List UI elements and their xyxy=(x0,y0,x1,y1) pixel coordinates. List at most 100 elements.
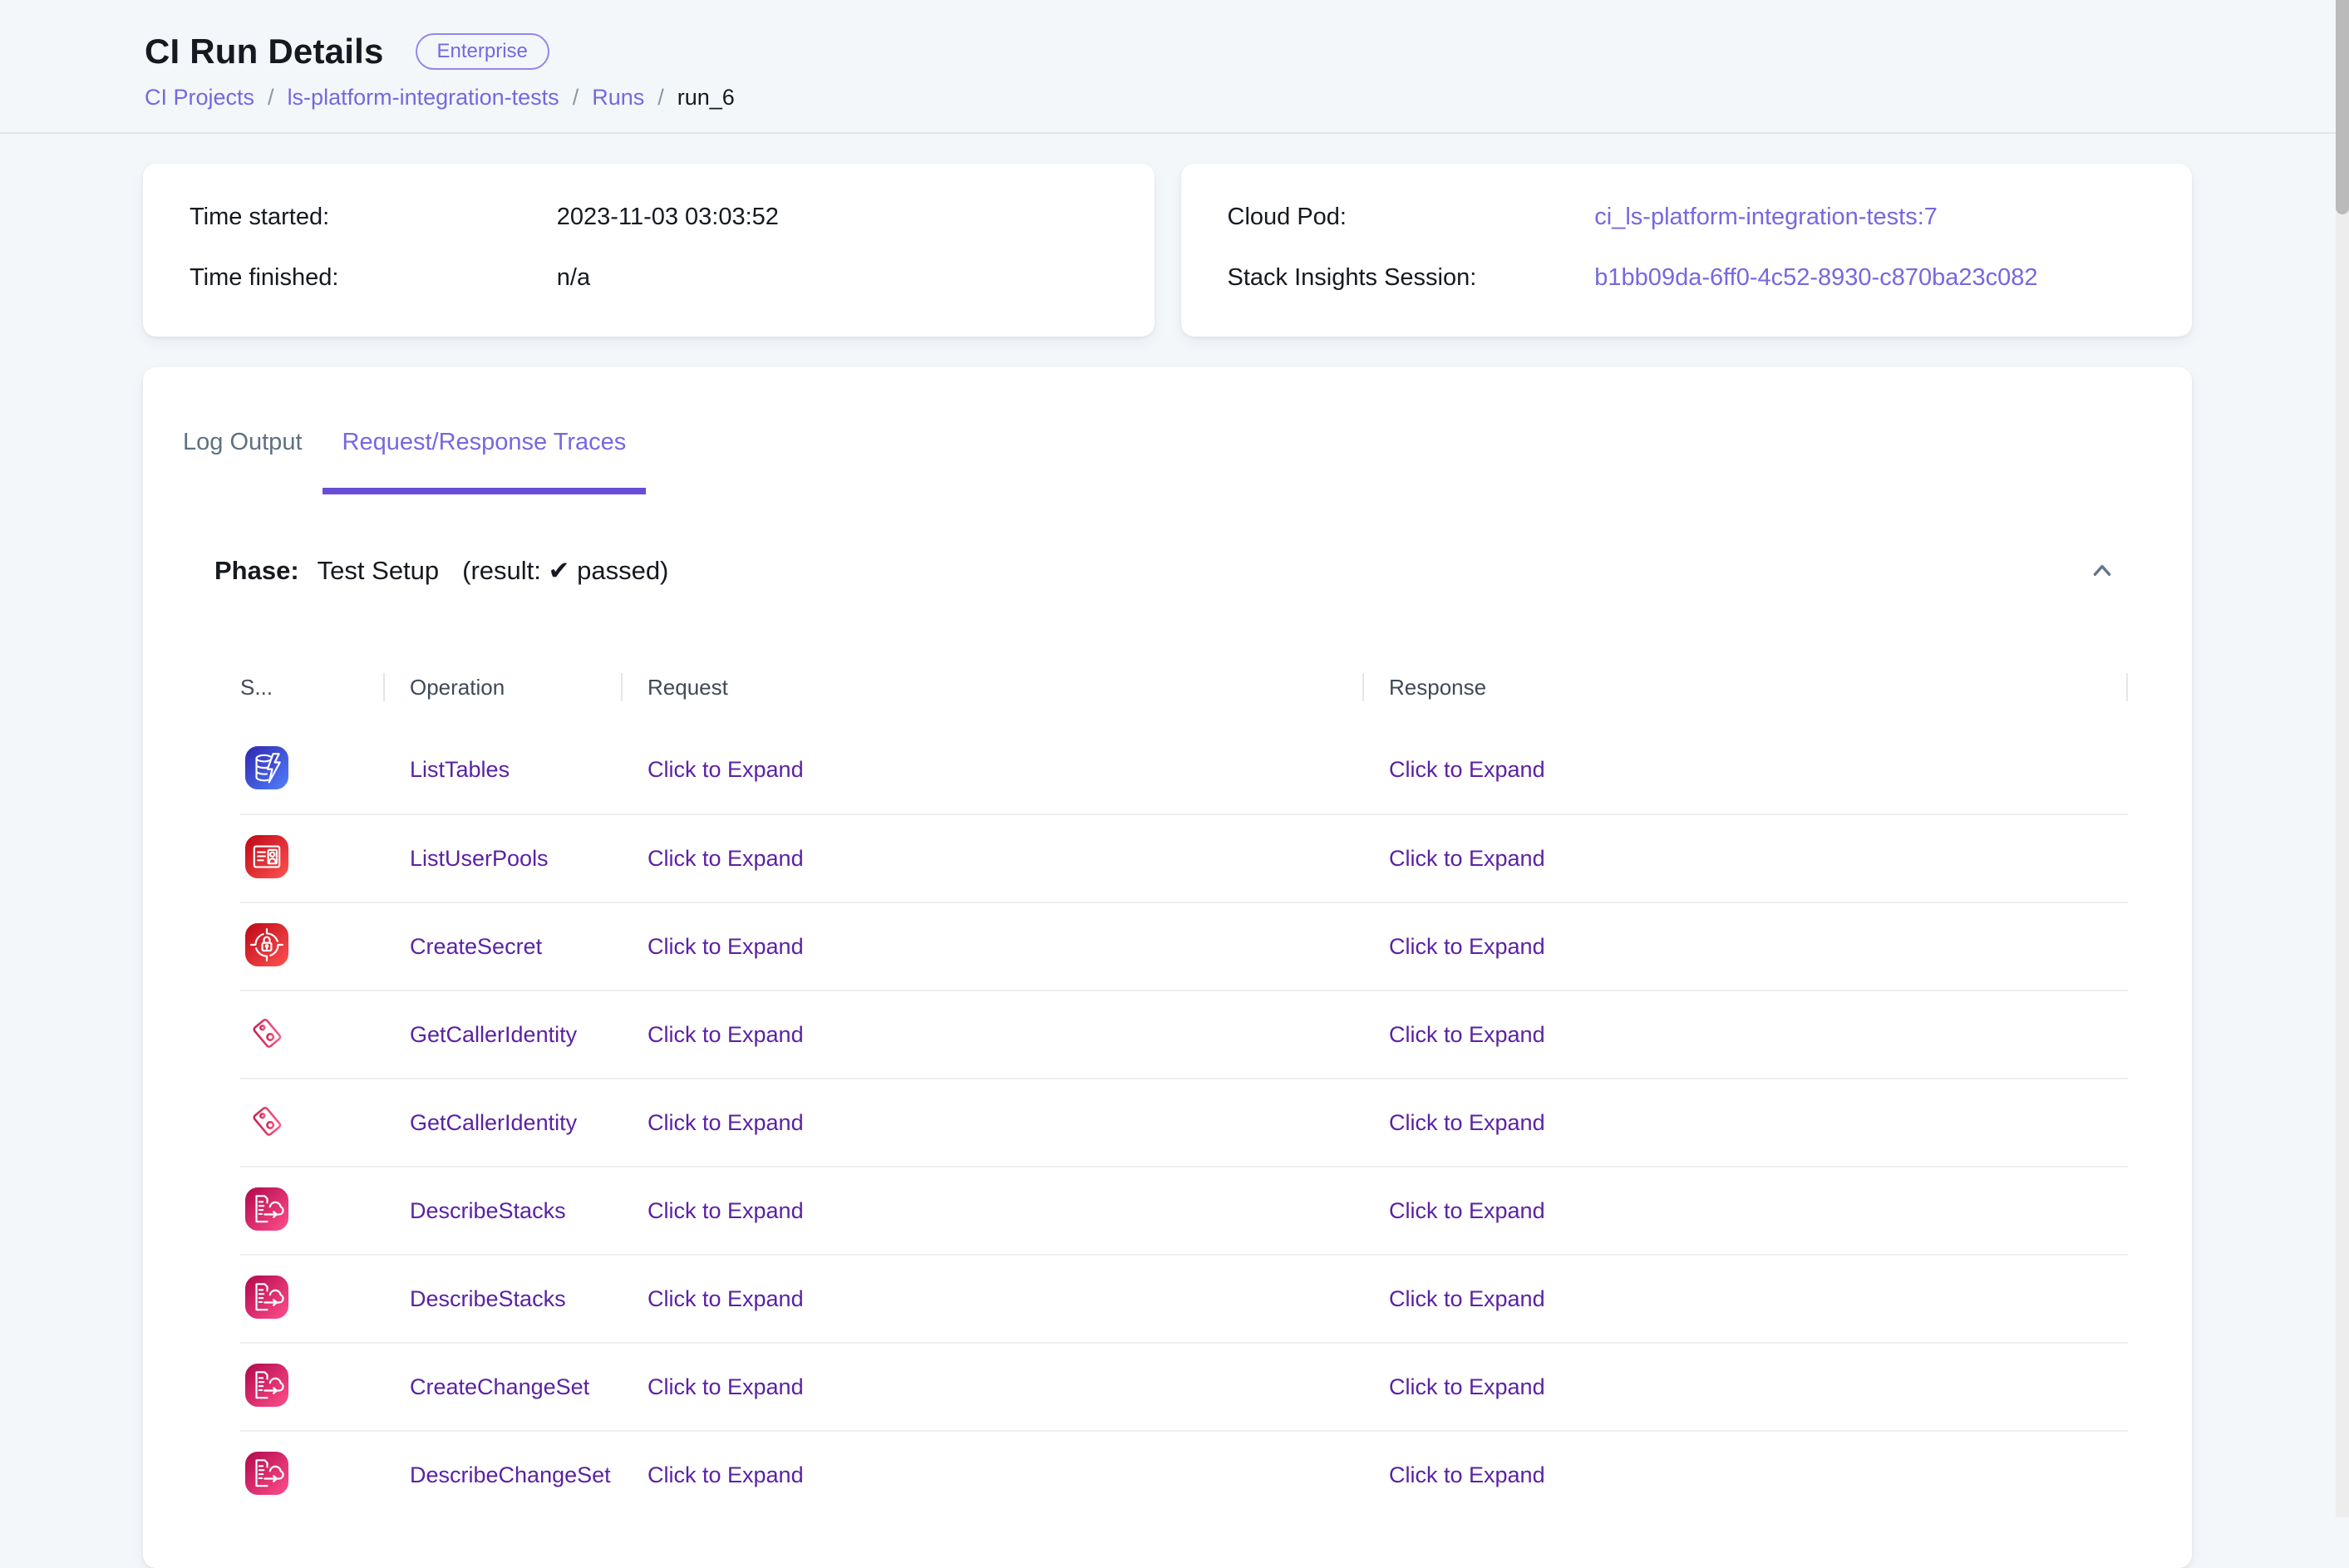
trace-table-header: S... Operation Request Response xyxy=(240,649,2128,725)
operation-link[interactable]: CreateChangeSet xyxy=(410,1374,589,1399)
response-expand-link[interactable]: Click to Expand xyxy=(1389,1110,1545,1135)
request-expand-link[interactable]: Click to Expand xyxy=(648,846,804,871)
request-cell: Click to Expand xyxy=(621,1374,1362,1400)
request-expand-link[interactable]: Click to Expand xyxy=(648,757,804,782)
breadcrumb-ci-projects[interactable]: CI Projects xyxy=(145,85,254,111)
request-expand-link[interactable]: Click to Expand xyxy=(648,1110,804,1135)
operation-cell: DescribeStacks xyxy=(383,1286,621,1312)
cognito-icon xyxy=(245,835,288,878)
column-header-response: Response xyxy=(1362,671,2128,704)
request-expand-link[interactable]: Click to Expand xyxy=(648,1286,804,1311)
response-cell: Click to Expand xyxy=(1362,1110,2128,1136)
service-cell xyxy=(240,746,383,794)
request-cell: Click to Expand xyxy=(621,1286,1362,1312)
cloud-pod-label: Cloud Pod: xyxy=(1228,204,1595,231)
request-cell: Click to Expand xyxy=(621,1022,1362,1048)
request-expand-link[interactable]: Click to Expand xyxy=(648,934,804,959)
request-cell: Click to Expand xyxy=(621,1110,1362,1136)
stack-session-link[interactable]: b1bb09da-6ff0-4c52-8930-c870ba23c082 xyxy=(1594,264,2037,292)
column-header-request: Request xyxy=(621,671,1362,704)
table-row: DescribeChangeSet Click to Expand Click … xyxy=(240,1430,2128,1518)
phase-label: Phase: xyxy=(214,556,299,586)
response-expand-link[interactable]: Click to Expand xyxy=(1389,934,1545,959)
table-row: ListUserPools Click to Expand Click to E… xyxy=(240,813,2128,902)
operation-link[interactable]: GetCallerIdentity xyxy=(410,1022,577,1047)
request-cell: Click to Expand xyxy=(621,1462,1362,1488)
tab-request-response-traces[interactable]: Request/Response Traces xyxy=(323,414,647,494)
service-cell xyxy=(240,923,383,971)
scrollbar-track[interactable] xyxy=(2336,0,2349,1517)
operation-link[interactable]: ListTables xyxy=(410,757,510,782)
request-cell: Click to Expand xyxy=(621,846,1362,872)
table-row: DescribeStacks Click to Expand Click to … xyxy=(240,1254,2128,1342)
cloud-pod-link[interactable]: ci_ls-platform-integration-tests:7 xyxy=(1594,204,1938,231)
service-cell xyxy=(240,1187,383,1235)
cloudformation-icon xyxy=(245,1452,288,1495)
service-cell xyxy=(240,1276,383,1323)
operation-link[interactable]: DescribeChangeSet xyxy=(410,1462,611,1487)
breadcrumb-project[interactable]: ls-platform-integration-tests xyxy=(288,85,559,111)
operation-link[interactable]: GetCallerIdentity xyxy=(410,1110,577,1135)
response-expand-link[interactable]: Click to Expand xyxy=(1389,1022,1545,1047)
operation-link[interactable]: ListUserPools xyxy=(410,846,549,871)
table-row: CreateChangeSet Click to Expand Click to… xyxy=(240,1342,2128,1430)
trace-table: S... Operation Request Response ListTabl… xyxy=(240,649,2128,1518)
breadcrumb-separator: / xyxy=(268,85,274,111)
cloudformation-icon xyxy=(245,1276,288,1319)
operation-cell: GetCallerIdentity xyxy=(383,1022,621,1048)
response-expand-link[interactable]: Click to Expand xyxy=(1389,1286,1545,1311)
trace-table-body: ListTables Click to Expand Click to Expa… xyxy=(240,725,2128,1518)
time-started-value: 2023-11-03 03:03:52 xyxy=(557,204,779,231)
request-cell: Click to Expand xyxy=(621,934,1362,960)
breadcrumb: CI Projects / ls-platform-integration-te… xyxy=(145,85,2192,111)
scrollbar-thumb[interactable] xyxy=(2336,0,2349,214)
request-cell: Click to Expand xyxy=(621,757,1362,783)
page-header: CI Run Details Enterprise CI Projects / … xyxy=(0,0,2349,134)
response-cell: Click to Expand xyxy=(1362,1286,2128,1312)
service-cell xyxy=(240,1011,383,1059)
operation-cell: ListTables xyxy=(383,757,621,783)
time-finished-value: n/a xyxy=(557,264,590,292)
sts-icon xyxy=(245,1099,288,1143)
request-expand-link[interactable]: Click to Expand xyxy=(648,1374,804,1399)
breadcrumb-current-run: run_6 xyxy=(677,85,735,111)
response-cell: Click to Expand xyxy=(1362,1462,2128,1488)
request-expand-link[interactable]: Click to Expand xyxy=(648,1198,804,1223)
table-row: DescribeStacks Click to Expand Click to … xyxy=(240,1166,2128,1254)
response-expand-link[interactable]: Click to Expand xyxy=(1389,1198,1545,1223)
response-expand-link[interactable]: Click to Expand xyxy=(1389,1462,1545,1487)
service-cell xyxy=(240,835,383,882)
table-row: GetCallerIdentity Click to Expand Click … xyxy=(240,1078,2128,1166)
tab-bar: Log Output Request/Response Traces xyxy=(143,414,2192,494)
response-expand-link[interactable]: Click to Expand xyxy=(1389,1374,1545,1399)
operation-cell: GetCallerIdentity xyxy=(383,1110,621,1136)
operation-cell: ListUserPools xyxy=(383,846,621,872)
cloudformation-icon xyxy=(245,1364,288,1407)
phase-collapse-button[interactable] xyxy=(2084,553,2120,589)
time-finished-label: Time finished: xyxy=(190,264,557,292)
service-cell xyxy=(240,1364,383,1411)
table-row: CreateSecret Click to Expand Click to Ex… xyxy=(240,902,2128,990)
secretsmanager-icon xyxy=(245,923,288,966)
response-cell: Click to Expand xyxy=(1362,1198,2128,1224)
operation-link[interactable]: CreateSecret xyxy=(410,934,542,959)
operation-cell: DescribeChangeSet xyxy=(383,1462,621,1488)
traces-card: Log Output Request/Response Traces Phase… xyxy=(143,367,2192,1568)
breadcrumb-runs[interactable]: Runs xyxy=(592,85,644,111)
phase-header: Phase: Test Setup (result: ✔ passed) xyxy=(143,538,2192,604)
table-row: ListTables Click to Expand Click to Expa… xyxy=(240,725,2128,813)
tab-log-output[interactable]: Log Output xyxy=(163,414,323,494)
response-expand-link[interactable]: Click to Expand xyxy=(1389,757,1545,782)
service-cell xyxy=(240,1452,383,1499)
table-row: GetCallerIdentity Click to Expand Click … xyxy=(240,990,2128,1078)
chevron-up-icon xyxy=(2090,558,2115,583)
content: Time started: 2023-11-03 03:03:52 Time f… xyxy=(0,134,2349,1568)
session-summary-card: Cloud Pod: ci_ls-platform-integration-te… xyxy=(1181,164,2193,337)
request-expand-link[interactable]: Click to Expand xyxy=(648,1462,804,1487)
request-expand-link[interactable]: Click to Expand xyxy=(648,1022,804,1047)
response-cell: Click to Expand xyxy=(1362,846,2128,872)
operation-cell: CreateChangeSet xyxy=(383,1374,621,1400)
operation-link[interactable]: DescribeStacks xyxy=(410,1198,566,1223)
operation-link[interactable]: DescribeStacks xyxy=(410,1286,566,1311)
response-expand-link[interactable]: Click to Expand xyxy=(1389,846,1545,871)
